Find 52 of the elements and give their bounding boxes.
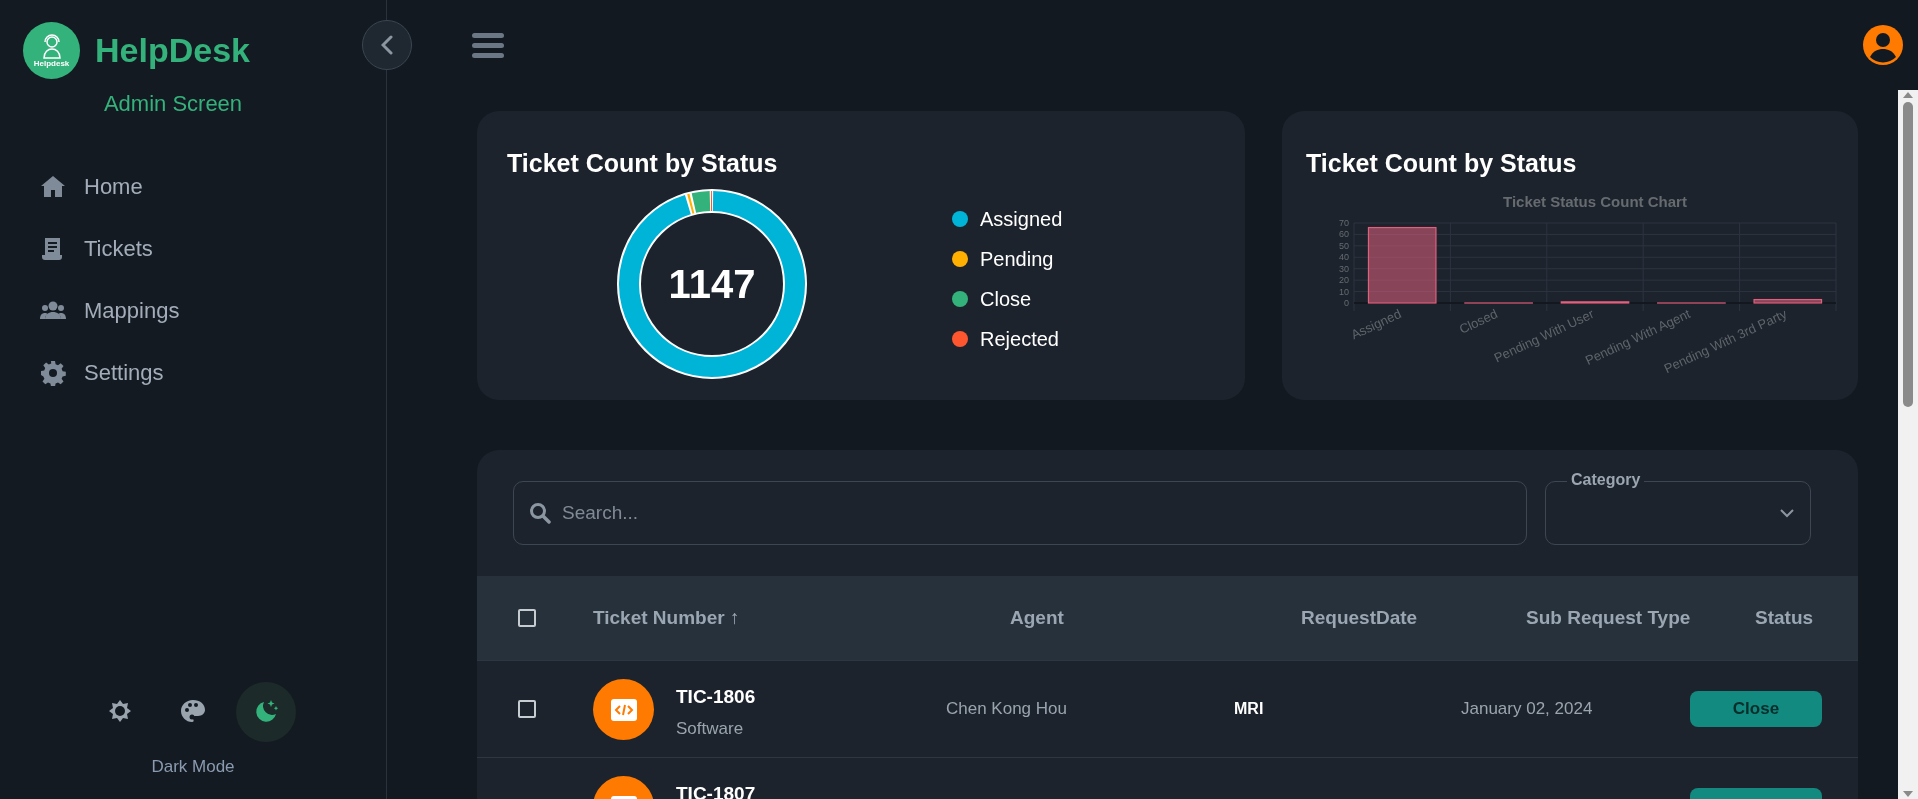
- search-field[interactable]: Search...: [513, 481, 1527, 545]
- chevron-left-icon: [381, 35, 393, 55]
- bar: [1560, 300, 1630, 304]
- axis-tick-label: 60: [1339, 228, 1349, 239]
- column-header[interactable]: RequestDate: [1301, 606, 1418, 628]
- search-icon: [529, 502, 551, 524]
- axis-tick-label: 40: [1339, 251, 1349, 262]
- collapse-sidebar-button[interactable]: [362, 20, 412, 70]
- ticket-number: TIC-1806: [676, 685, 756, 709]
- brand-name: HelpDesk: [95, 30, 250, 71]
- sub-request-type: January 02, 2024: [1461, 699, 1593, 719]
- theme-label: Dark Mode: [151, 755, 235, 778]
- axis-tick-label: 70: [1339, 217, 1349, 228]
- legend-label: Rejected: [980, 326, 1059, 352]
- legend-label: Close: [980, 286, 1032, 312]
- ticket-category: Software: [676, 717, 745, 740]
- chart-title: Ticket Status Count Chart: [1503, 192, 1687, 210]
- agent-name: Chen Kong Hou: [946, 699, 1067, 719]
- card-title: Ticket Count by Status: [1306, 148, 1578, 179]
- bar: [1753, 298, 1823, 304]
- column-header[interactable]: Agent: [1010, 606, 1064, 628]
- bar: [1657, 301, 1726, 304]
- column-header[interactable]: Ticket Number ↑: [593, 606, 740, 628]
- axis-tick-label: 10: [1339, 286, 1349, 297]
- column-header[interactable]: Sub Request Type: [1526, 606, 1691, 628]
- total-count: 1147: [668, 263, 756, 304]
- screen-subtitle: Admin Screen: [103, 90, 243, 118]
- card-title: Ticket Count by Status: [507, 148, 779, 179]
- nav-link[interactable]: Home: [40, 170, 386, 203]
- request-date: MRI: [1234, 700, 1264, 717]
- legend-label: Assigned: [980, 206, 1063, 232]
- logo-caption: Helpdesk: [33, 60, 70, 68]
- axis-tick-label: 30: [1339, 263, 1349, 274]
- home-icon: [40, 173, 66, 200]
- status-button[interactable]: Close: [1690, 691, 1822, 727]
- column-header[interactable]: Status: [1755, 606, 1814, 628]
- nav-link[interactable]: Settings: [40, 356, 386, 389]
- axis-tick-label: 0: [1344, 297, 1349, 308]
- chevron-down-icon: [1780, 508, 1794, 518]
- row-checkbox[interactable]: [518, 609, 536, 627]
- axis-tick-label: 20: [1339, 274, 1349, 285]
- bar: [1464, 301, 1533, 304]
- headset-person-icon: [40, 33, 63, 59]
- nav-link[interactable]: Mappings: [40, 294, 386, 327]
- gear-icon: [40, 359, 66, 386]
- code-icon: [593, 679, 654, 740]
- row-checkbox[interactable]: [518, 700, 536, 718]
- legend-label: Pending: [980, 246, 1054, 272]
- axis-tick-label: 50: [1339, 240, 1349, 251]
- user-avatar-icon[interactable]: [1863, 25, 1903, 65]
- menu-icon[interactable]: [472, 31, 504, 59]
- nav-link[interactable]: Tickets: [40, 232, 386, 265]
